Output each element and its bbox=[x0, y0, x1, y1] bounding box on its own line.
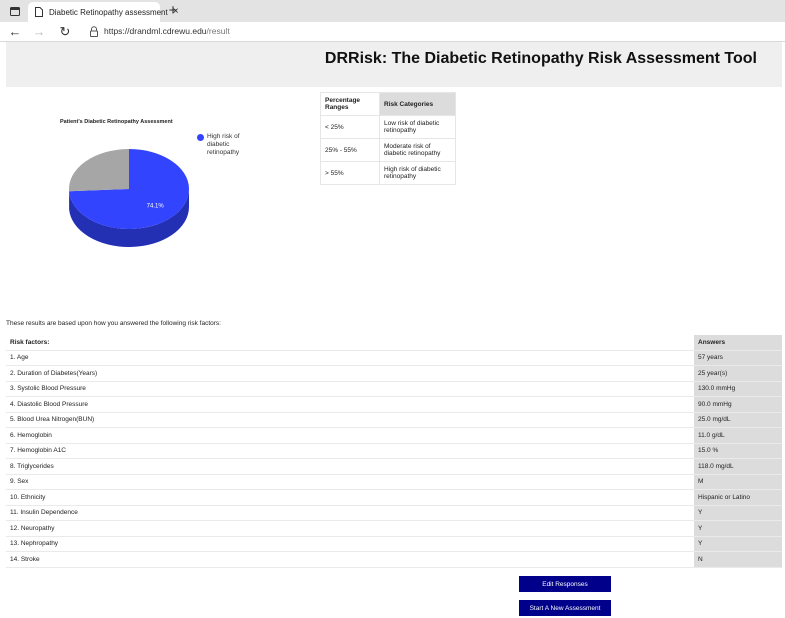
legend-label: High risk of diabetic retinopathy bbox=[207, 133, 240, 156]
browser-tab[interactable]: Diabetic Retinopathy assessment × bbox=[28, 2, 179, 22]
window-icon bbox=[10, 6, 20, 16]
table-row: 3. Systolic Blood Pressure 130.0 mmHg bbox=[6, 381, 782, 397]
table-row: 4. Diastolic Blood Pressure 90.0 mmHg bbox=[6, 396, 782, 413]
factor-cell: 14. Stroke bbox=[6, 551, 694, 568]
edit-responses-button[interactable]: Edit Responses bbox=[519, 576, 611, 592]
factor-cell: 1. Age bbox=[6, 350, 694, 366]
column-header: Risk factors: bbox=[6, 335, 694, 351]
lock-icon[interactable] bbox=[89, 26, 99, 37]
answer-cell: Y bbox=[694, 520, 782, 537]
table-row: 5. Blood Urea Nitrogen(BUN) 25.0 mg/dL bbox=[6, 412, 782, 428]
category-cell: Moderate risk of diabetic retinopathy bbox=[379, 138, 456, 162]
table-row: 25% - 55% Moderate risk of diabetic reti… bbox=[320, 138, 456, 162]
legend-swatch bbox=[197, 134, 204, 141]
table-row: < 25% Low risk of diabetic retinopathy bbox=[320, 115, 456, 139]
pie-chart: 74.1% bbox=[69, 149, 190, 248]
page-header: DRRisk: The Diabetic Retinopathy Risk As… bbox=[6, 42, 782, 87]
browser-tab-bar: Diabetic Retinopathy assessment × + bbox=[0, 0, 785, 22]
answer-cell: 130.0 mmHg bbox=[694, 381, 782, 397]
factor-cell: 8. Triglycerides bbox=[6, 458, 694, 475]
range-cell: 25% - 55% bbox=[320, 138, 380, 162]
category-cell: Low risk of diabetic retinopathy bbox=[379, 115, 456, 139]
pie-slice bbox=[69, 149, 129, 192]
range-cell: < 25% bbox=[320, 115, 380, 139]
factor-cell: 12. Neuropathy bbox=[6, 520, 694, 537]
factor-cell: 7. Hemoglobin A1C bbox=[6, 443, 694, 459]
tab-actions-button[interactable] bbox=[6, 3, 24, 19]
results-intro: These results are based upon how you ans… bbox=[6, 320, 221, 327]
address-bar-row: ← → ↻ https://drandml.cdrewu.edu/result bbox=[0, 22, 785, 42]
document-icon bbox=[35, 7, 43, 17]
factor-cell: 6. Hemoglobin bbox=[6, 427, 694, 444]
factor-cell: 9. Sex bbox=[6, 474, 694, 490]
table-row: 1. Age 57 years bbox=[6, 350, 782, 366]
answer-cell: Y bbox=[694, 505, 782, 521]
answer-cell: 118.0 mg/dL bbox=[694, 458, 782, 475]
category-cell: High risk of diabetic retinopathy bbox=[379, 161, 456, 185]
start-new-assessment-button[interactable]: Start A New Assessment bbox=[519, 600, 611, 616]
answer-cell: 90.0 mmHg bbox=[694, 396, 782, 413]
risk-categories-table: Percentage Ranges Risk Categories < 25% … bbox=[320, 92, 456, 185]
table-header-row: Risk factors: Answers bbox=[6, 335, 782, 351]
page-title: DRRisk: The Diabetic Retinopathy Risk As… bbox=[324, 50, 757, 67]
url-field[interactable]: https://drandml.cdrewu.edu/result bbox=[104, 26, 230, 36]
table-row: 10. Ethnicity Hispanic or Latino bbox=[6, 489, 782, 506]
table-row: 13. Nephropathy Y bbox=[6, 536, 782, 552]
range-cell: > 55% bbox=[320, 161, 380, 185]
factor-cell: 4. Diastolic Blood Pressure bbox=[6, 396, 694, 413]
pie-slice-label: 74.1% bbox=[147, 203, 165, 209]
answer-cell: 25.0 mg/dL bbox=[694, 412, 782, 428]
column-header: Answers bbox=[694, 335, 782, 351]
forward-arrow-icon[interactable]: → bbox=[30, 23, 48, 40]
factor-cell: 5. Blood Urea Nitrogen(BUN) bbox=[6, 412, 694, 428]
tab-title: Diabetic Retinopathy assessment bbox=[49, 7, 168, 17]
factor-cell: 2. Duration of Diabetes(Years) bbox=[6, 365, 694, 382]
factor-cell: 3. Systolic Blood Pressure bbox=[6, 381, 694, 397]
factor-cell: 11. Insulin Dependence bbox=[6, 505, 694, 521]
url-path: /result bbox=[206, 26, 230, 36]
table-row: 14. Stroke N bbox=[6, 551, 782, 568]
answer-cell: Y bbox=[694, 536, 782, 552]
new-tab-button[interactable]: + bbox=[164, 2, 182, 20]
column-header: Risk Categories bbox=[379, 92, 456, 116]
table-row: 11. Insulin Dependence Y bbox=[6, 505, 782, 521]
table-row: 12. Neuropathy Y bbox=[6, 520, 782, 537]
answer-cell: 11.0 g/dL bbox=[694, 427, 782, 444]
risk-factors-table: Risk factors: Answers 1. Age 57 years 2. … bbox=[6, 335, 782, 568]
answer-cell: Hispanic or Latino bbox=[694, 489, 782, 506]
back-arrow-icon[interactable]: ← bbox=[6, 23, 24, 40]
table-row: 6. Hemoglobin 11.0 g/dL bbox=[6, 427, 782, 444]
factor-cell: 10. Ethnicity bbox=[6, 489, 694, 506]
column-header: Percentage Ranges bbox=[320, 92, 380, 116]
chart-title: Patient's Diabetic Retinopathy Assessmen… bbox=[60, 119, 173, 125]
url-host: https://drandml.cdrewu.edu bbox=[104, 26, 207, 36]
answer-cell: 15.0 % bbox=[694, 443, 782, 459]
answer-cell: 57 years bbox=[694, 350, 782, 366]
answer-cell: M bbox=[694, 474, 782, 490]
table-row: 9. Sex M bbox=[6, 474, 782, 490]
answer-cell: N bbox=[694, 551, 782, 568]
reload-icon[interactable]: ↻ bbox=[56, 23, 74, 40]
table-row: 7. Hemoglobin A1C 15.0 % bbox=[6, 443, 782, 459]
table-row: > 55% High risk of diabetic retinopathy bbox=[320, 161, 456, 185]
table-row: 8. Triglycerides 118.0 mg/dL bbox=[6, 458, 782, 475]
table-row: 2. Duration of Diabetes(Years) 25 year(s) bbox=[6, 365, 782, 382]
factor-cell: 13. Nephropathy bbox=[6, 536, 694, 552]
answer-cell: 25 year(s) bbox=[694, 365, 782, 382]
